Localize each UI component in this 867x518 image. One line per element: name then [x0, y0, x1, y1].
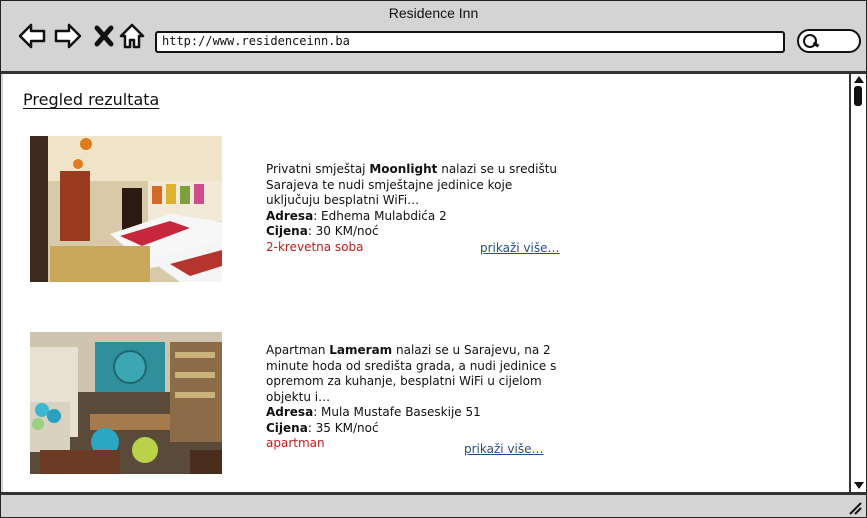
address-label: Adresa — [266, 405, 314, 419]
show-more-link[interactable]: prikaži više… — [464, 442, 544, 456]
vertical-scrollbar[interactable] — [849, 74, 866, 492]
back-arrow-icon[interactable] — [17, 21, 47, 51]
price-value: : 35 KM/noć — [307, 420, 379, 435]
window-title: Residence Inn — [388, 5, 479, 21]
result-card-moonlight: Privatni smještaj Moonlight nalazi se u … — [3, 136, 849, 286]
price-label: Cijena — [266, 420, 308, 435]
description-intro: Apartman — [266, 343, 330, 357]
browser-toolbar: Residence Inn http://www.residenceinn.ba — [1, 1, 866, 74]
address-bar[interactable]: http://www.residenceinn.ba — [155, 31, 785, 53]
room-photo — [30, 332, 222, 474]
page-content: Pregled rezultata Privatni smještaj Moon… — [3, 74, 849, 492]
scroll-thumb[interactable] — [854, 86, 862, 106]
scroll-down-icon[interactable] — [854, 482, 864, 489]
property-name: Lameram — [329, 343, 393, 357]
forward-arrow-icon[interactable] — [53, 21, 83, 51]
status-bar — [1, 492, 866, 517]
page-heading: Pregled rezultata — [23, 90, 160, 109]
result-card-lameram: Apartman Lameram nalazi se u Sarajevu, n… — [3, 329, 849, 479]
close-x-icon[interactable] — [89, 21, 119, 51]
room-photo — [30, 136, 222, 282]
address-url: http://www.residenceinn.ba — [162, 34, 350, 48]
scroll-up-icon[interactable] — [854, 76, 864, 83]
price-label: Cijena — [266, 224, 308, 238]
price-value: : 30 KM/noć — [307, 224, 379, 238]
home-icon[interactable] — [117, 21, 147, 51]
address-value: : Mula Mustafe Baseskije 51 — [313, 405, 481, 419]
resize-grip-icon[interactable] — [848, 501, 862, 515]
property-name: Moonlight — [369, 162, 438, 176]
search-box[interactable] — [797, 29, 861, 53]
show-more-link[interactable]: prikaži više… — [480, 241, 560, 255]
browser-window: Residence Inn http://www.residenceinn.ba… — [0, 0, 867, 518]
result-description: Apartman Lameram nalazi se u Sarajevu, n… — [266, 343, 566, 452]
address-label: Adresa — [266, 208, 314, 223]
address-value: : Edhema Mulabdića 2 — [313, 208, 447, 223]
description-intro: Privatni smještaj — [266, 162, 370, 176]
